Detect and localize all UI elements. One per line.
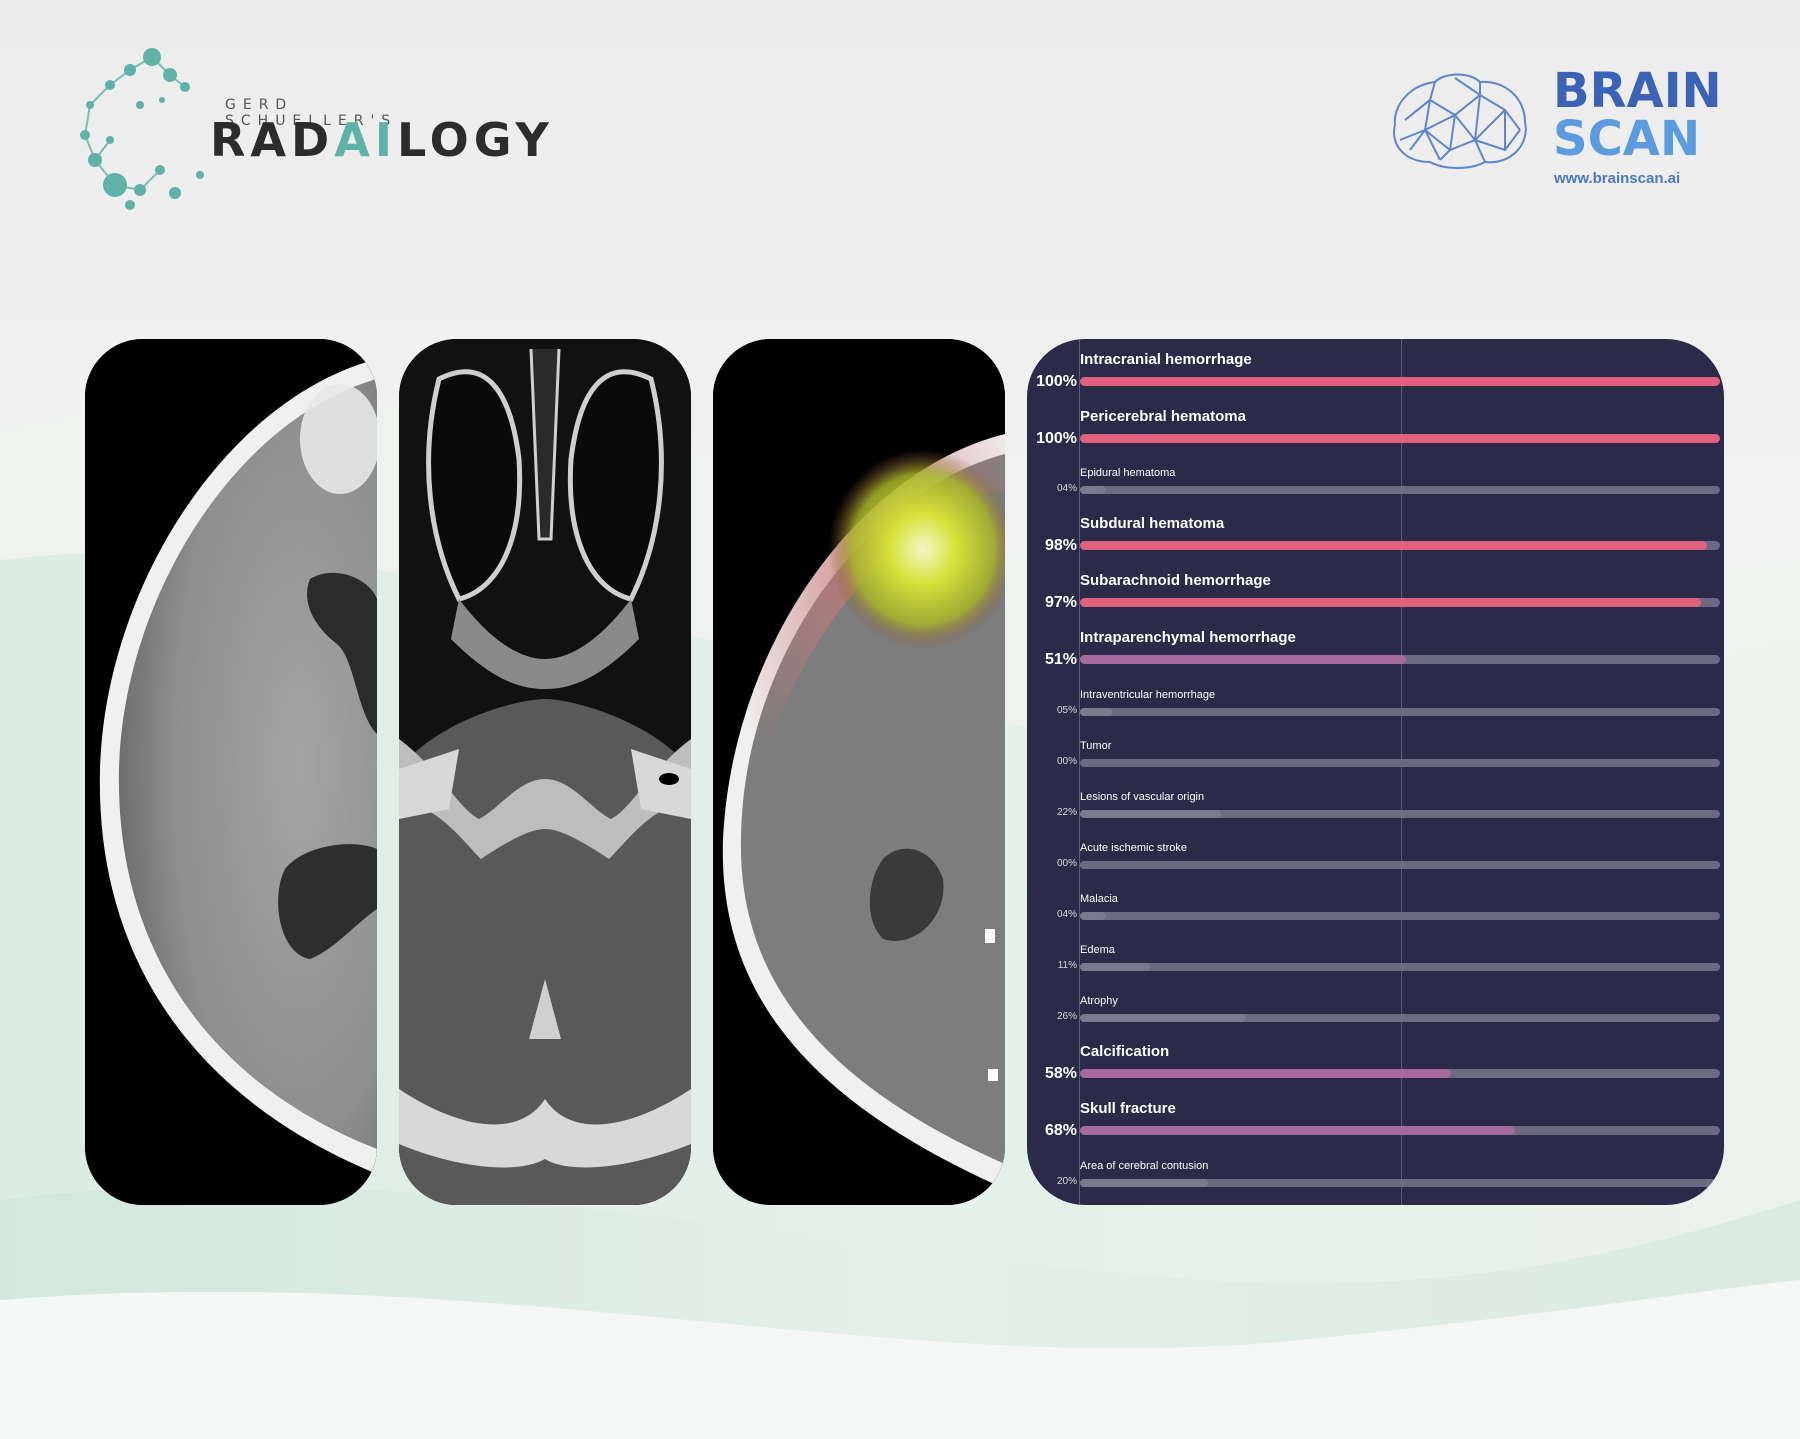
finding-percentage: 04% (1056, 483, 1077, 494)
finding-percentage: 97% (1044, 594, 1077, 611)
finding-percentage: 68% (1044, 1122, 1077, 1139)
finding-label: Atrophy (1080, 995, 1118, 1007)
scan-panel-bone-window (399, 339, 691, 1205)
finding-percentage: 11% (1057, 960, 1077, 971)
finding-bar-track (1080, 963, 1720, 971)
finding-percentage: 04% (1056, 909, 1077, 920)
finding-bar-track (1080, 1014, 1720, 1022)
finding-label: Pericerebral hematoma (1080, 408, 1246, 425)
finding-bar (1080, 1179, 1208, 1187)
finding-label: Tumor (1080, 740, 1112, 752)
brainscan-line2: SCAN (1553, 111, 1701, 167)
finding-bar (1080, 1014, 1247, 1022)
finding-bar (1080, 810, 1221, 818)
finding-label: Acute ischemic stroke (1080, 842, 1187, 854)
finding-percentage: 98% (1044, 537, 1077, 554)
brainscan-logo: BRAIN SCAN www.brainscan.ai (1385, 62, 1725, 197)
finding-bar-track (1080, 486, 1720, 494)
brain-mesh-icon (1393, 73, 1527, 169)
finding-bar-track (1080, 598, 1720, 607)
scan-panel-heatmap (713, 339, 1005, 1205)
finding-bar-track (1080, 1126, 1720, 1135)
finding-bar (1080, 963, 1151, 971)
finding-bar (1080, 1069, 1452, 1078)
finding-percentage: 00% (1056, 858, 1077, 869)
ct-heatmap-overlay-image (713, 339, 1005, 1205)
radailogy-logo: GERD SCHUELLER'S RADAILOGY (70, 45, 549, 215)
finding-label: Intraventricular hemorrhage (1080, 689, 1216, 701)
finding-label: Intraparenchymal hemorrhage (1080, 629, 1296, 646)
finding-label: Edema (1080, 944, 1115, 956)
finding-label: Skull fracture (1080, 1100, 1176, 1117)
finding-label: Subdural hematoma (1080, 515, 1225, 532)
finding-label: Epidural hematoma (1080, 467, 1176, 479)
finding-percentage: 100% (1036, 430, 1077, 447)
finding-bar-track (1080, 759, 1720, 767)
finding-bar (1080, 1126, 1516, 1135)
finding-bar (1080, 912, 1106, 920)
finding-bar (1080, 655, 1407, 664)
ct-bone-window-image (399, 339, 691, 1205)
finding-bar (1080, 434, 1720, 443)
finding-bar-track (1080, 377, 1720, 386)
logo-title-part2: LOGY (396, 113, 554, 167)
finding-label: Subarachnoid hemorrhage (1080, 572, 1271, 589)
finding-label: Intracranial hemorrhage (1080, 351, 1252, 368)
finding-label: Lesions of vascular origin (1080, 791, 1205, 803)
brainscan-url: www.brainscan.ai (1554, 170, 1681, 187)
logo-title: RADAILOGY (210, 113, 554, 167)
finding-bar (1080, 541, 1708, 550)
finding-bar-track (1080, 541, 1720, 550)
finding-bar-track (1080, 655, 1720, 664)
finding-bar (1080, 486, 1106, 494)
finding-percentage: 100% (1036, 373, 1077, 390)
finding-bar-track (1080, 861, 1720, 869)
finding-bar-track (1080, 708, 1720, 716)
finding-percentage: 26% (1056, 1011, 1077, 1022)
findings-chart: Intracranial hemorrhage 100% Pericerebral … (1027, 339, 1724, 1205)
finding-percentage: 58% (1044, 1065, 1077, 1082)
finding-bar (1080, 377, 1720, 386)
finding-percentage: 05% (1056, 705, 1077, 716)
finding-bar-track (1080, 1179, 1720, 1187)
finding-bar-track (1080, 1069, 1720, 1078)
finding-label: Area of cerebral contusion (1080, 1160, 1209, 1172)
logo-title-part1: RAD (210, 113, 335, 167)
finding-label: Malacia (1080, 893, 1118, 905)
logo-title-highlight: AI (334, 113, 397, 167)
finding-bar (1080, 598, 1701, 607)
finding-percentage: 20% (1056, 1176, 1077, 1187)
scan-panel-brain-window (85, 339, 377, 1205)
ct-brain-window-image (85, 339, 377, 1205)
finding-label: Calcification (1080, 1043, 1170, 1060)
finding-percentage: 22% (1056, 807, 1077, 818)
finding-bar-track (1080, 810, 1720, 818)
finding-bar-track (1080, 912, 1720, 920)
finding-bar (1080, 708, 1112, 716)
finding-percentage: 51% (1044, 651, 1077, 668)
finding-bar-track (1080, 434, 1720, 443)
brainscan-wordmark: BRAIN SCAN (1553, 67, 1722, 163)
finding-percentage: 00% (1056, 756, 1077, 767)
molecule-network-icon (80, 48, 204, 210)
